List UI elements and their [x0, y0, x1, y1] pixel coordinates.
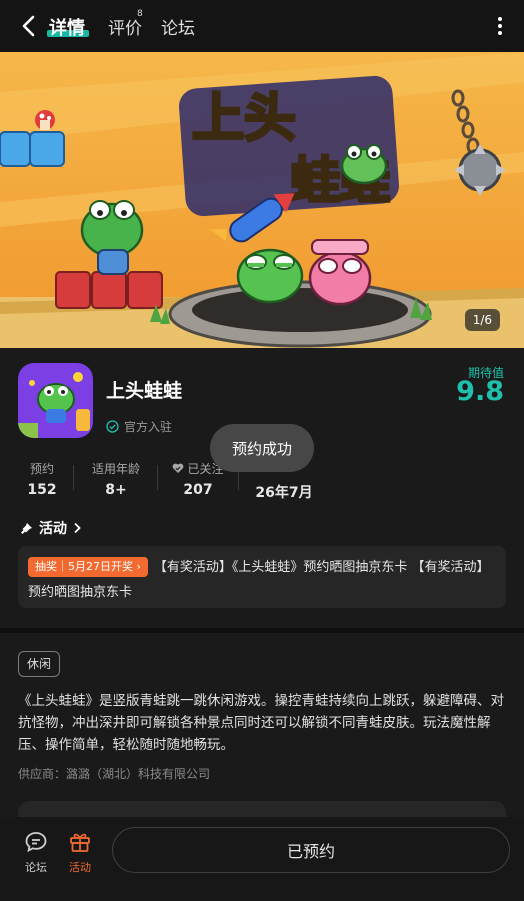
- more-options-icon[interactable]: [496, 14, 504, 38]
- activity-card[interactable]: 抽奖｜5月27日开奖 › 【有奖活动】《上头蛙蛙》预约晒图抽京东卡 【有奖活动】预…: [18, 546, 506, 608]
- expectation-score: 9.8: [456, 376, 504, 407]
- banner-pager: 1/6: [464, 309, 500, 331]
- banner-artwork: 上头 蛙蛙: [0, 52, 524, 348]
- game-banner[interactable]: 上头 蛙蛙 1/6: [0, 52, 524, 348]
- tab-forum[interactable]: 论坛: [161, 14, 195, 39]
- game-info-section: 上头蛙蛙 官方入驻 期待值 9.8 预约 152 适用年龄 8+ 已关注 207…: [0, 348, 524, 628]
- genre-tag[interactable]: 休闲: [18, 651, 61, 677]
- reviews-count: 8: [137, 9, 143, 19]
- gift-icon: [70, 833, 90, 852]
- back-arrow-icon[interactable]: [16, 12, 44, 40]
- verified-check-icon: [106, 420, 119, 433]
- reserved-button[interactable]: 已预约: [112, 827, 510, 873]
- official-badge: 官方入驻: [106, 418, 172, 435]
- tab-details[interactable]: 详情: [49, 14, 85, 40]
- supplier-info: 供应商：潞潞（湖北）科技有限公司: [18, 767, 211, 781]
- forum-label: 论坛: [25, 861, 47, 874]
- svg-text:上头: 上头: [192, 89, 296, 149]
- activity-button[interactable]: 活动: [60, 831, 100, 875]
- forum-button[interactable]: 论坛: [16, 831, 56, 875]
- reservation-success-toast: 预约成功: [210, 424, 314, 472]
- stat-divider: [73, 465, 74, 490]
- activity-title: 活动: [39, 521, 67, 537]
- heart-check-icon: [173, 463, 184, 473]
- app-name: 上头蛙蛙: [106, 380, 183, 402]
- forum-chat-icon: [25, 832, 47, 853]
- official-label: 官方入驻: [124, 420, 173, 434]
- activity-header[interactable]: 活动: [20, 518, 81, 538]
- bottom-action-bar: 论坛 活动 已预约: [0, 817, 524, 901]
- stat-age-rating: 适用年龄 8+: [91, 461, 140, 499]
- stat-reservations: 预约 152: [27, 461, 57, 499]
- pin-icon: [21, 522, 32, 534]
- top-nav-bar: 详情 评价 8 论坛: [0, 0, 524, 52]
- game-description: 《上头蛙蛙》是竖版青蛙跳一跳休闲游戏。操控青蛙持续向上跳跃，躲避障碍、对抗怪物，…: [18, 693, 504, 753]
- chevron-right-icon: [74, 522, 81, 534]
- lottery-badge[interactable]: 抽奖｜5月27日开奖 ›: [28, 557, 148, 577]
- app-icon: [18, 363, 93, 438]
- activity-label: 活动: [69, 861, 91, 874]
